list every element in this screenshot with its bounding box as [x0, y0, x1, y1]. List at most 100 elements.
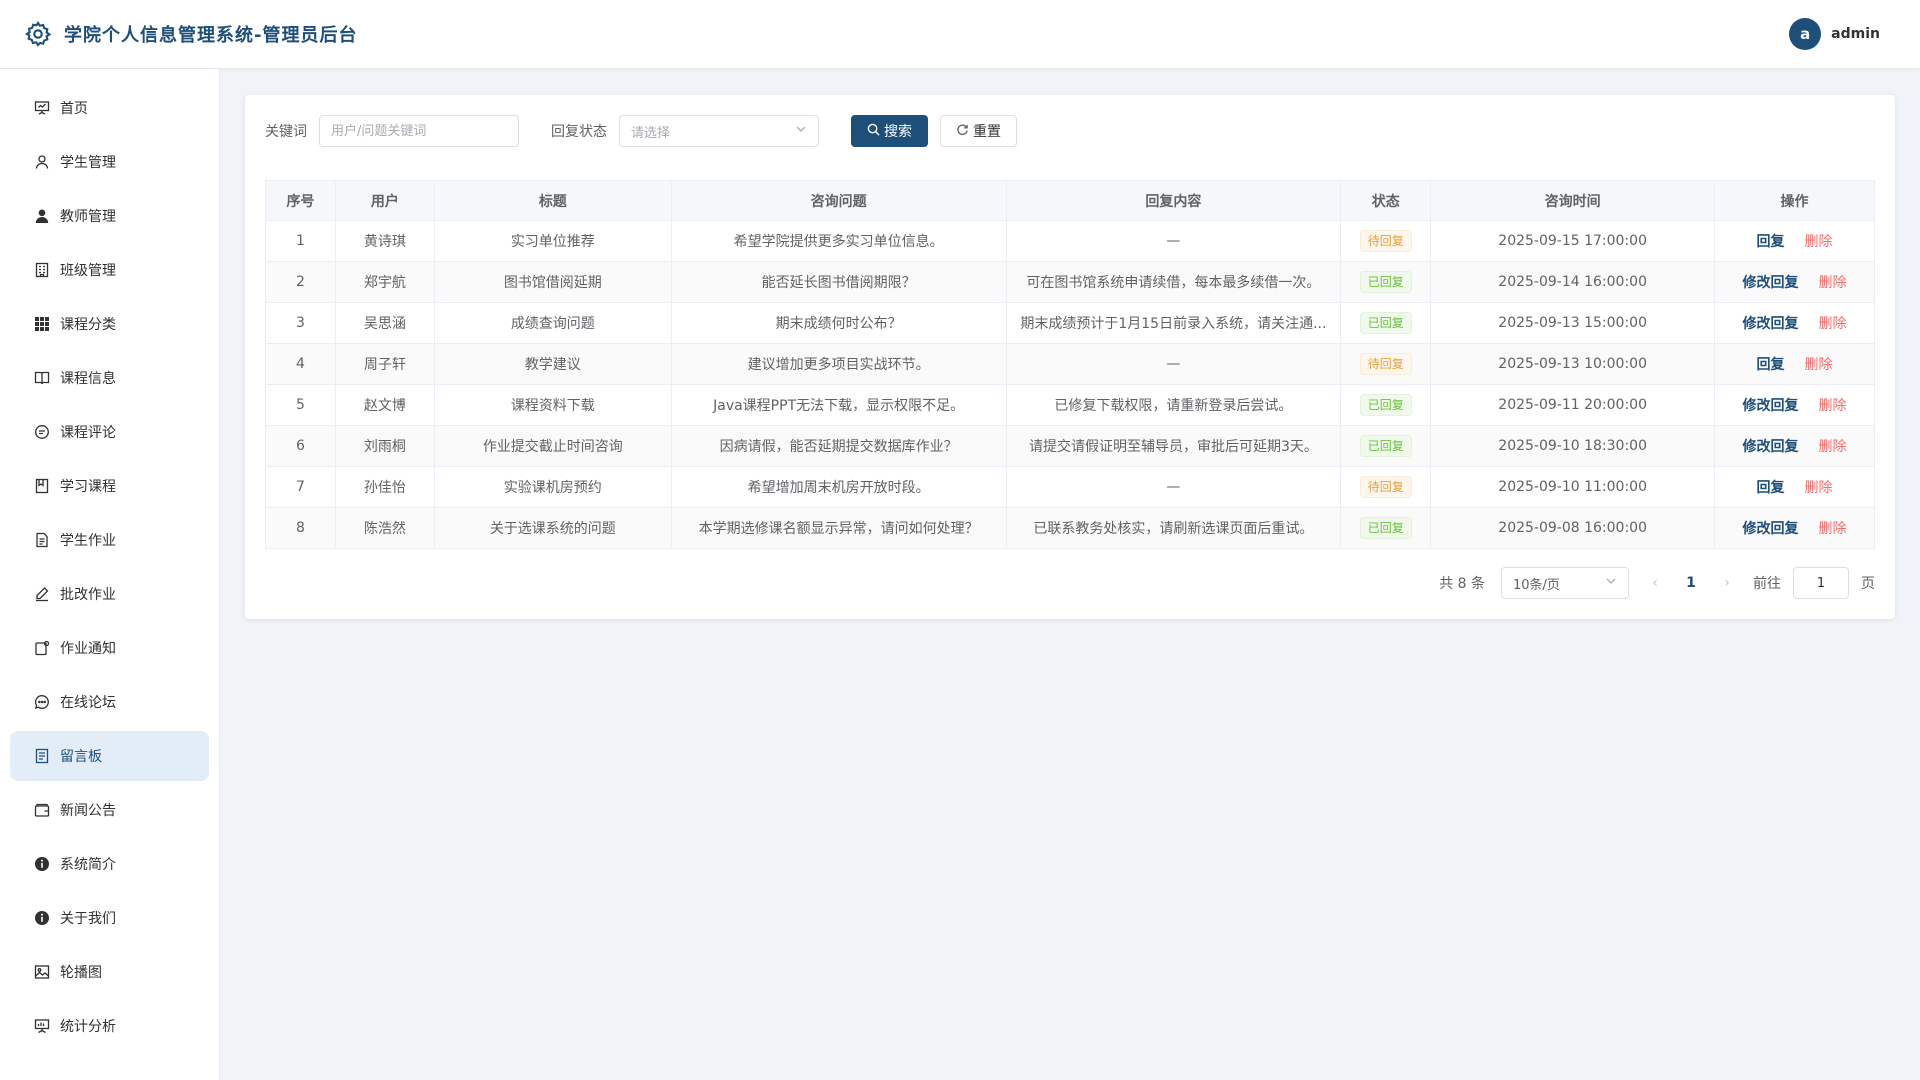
- cell-title: 图书馆借阅延期: [433, 261, 672, 303]
- page-number-current[interactable]: 1: [1679, 575, 1703, 591]
- sidebar-item-16[interactable]: 轮播图: [10, 947, 209, 997]
- sidebar-item-9[interactable]: 批改作业: [10, 569, 209, 619]
- cell-index: 3: [265, 302, 336, 344]
- cell-time: 2025-09-08 16:00:00: [1430, 507, 1716, 549]
- cell-question: 希望学院提供更多实习单位信息。: [670, 220, 1007, 262]
- cell-time: 2025-09-14 16:00:00: [1430, 261, 1716, 303]
- delete-link[interactable]: 删除: [1805, 477, 1833, 497]
- cell-time: 2025-09-15 17:00:00: [1430, 220, 1716, 262]
- chevron-down-icon: [1605, 575, 1617, 591]
- sidebar-item-label: 关于我们: [60, 911, 116, 927]
- cell-index: 6: [265, 425, 336, 467]
- delete-link[interactable]: 删除: [1819, 395, 1847, 415]
- sidebar-item-label: 课程评论: [60, 425, 116, 441]
- sidebar-item-17[interactable]: 统计分析: [10, 1001, 209, 1051]
- sidebar-item-10[interactable]: 作业通知: [10, 623, 209, 673]
- cell-reply: 已联系教务处核实，请刷新选课页面后重试。: [1005, 507, 1342, 549]
- sidebar-item-6[interactable]: 课程评论: [10, 407, 209, 457]
- sidebar-item-3[interactable]: 班级管理: [10, 245, 209, 295]
- row-actions: 修改回复 删除: [1743, 313, 1847, 333]
- delete-link[interactable]: 删除: [1819, 436, 1847, 456]
- cell-index: 2: [265, 261, 336, 303]
- delete-link[interactable]: 删除: [1819, 518, 1847, 538]
- keyword-input[interactable]: [319, 115, 519, 147]
- table-row: 1 黄诗琪 实习单位推荐 希望学院提供更多实习单位信息。 — 待回复 2025-09-15 …: [265, 220, 1875, 262]
- delete-link[interactable]: 删除: [1805, 354, 1833, 374]
- cell-user: 赵文博: [334, 384, 435, 426]
- notification-icon: [34, 640, 50, 656]
- sidebar-item-2[interactable]: 教师管理: [10, 191, 209, 241]
- column-header: 咨询问题: [670, 180, 1007, 221]
- cell-reply: 可在图书馆系统申请续借，每本最多续借一次。: [1005, 261, 1342, 303]
- delete-link[interactable]: 删除: [1805, 231, 1833, 251]
- sidebar-item-14[interactable]: 系统简介: [10, 839, 209, 889]
- gear-icon: [24, 20, 52, 48]
- next-page-icon[interactable]: ›: [1717, 575, 1737, 591]
- cell-user: 郑宇航: [334, 261, 435, 303]
- status-badge: 待回复: [1359, 230, 1412, 252]
- sidebar-item-label: 学习课程: [60, 479, 116, 495]
- cell-question: 因病请假，能否延期提交数据库作业？: [670, 425, 1007, 467]
- delete-link[interactable]: 删除: [1819, 272, 1847, 292]
- sidebar-item-label: 轮播图: [60, 965, 102, 981]
- cell-time: 2025-09-13 15:00:00: [1430, 302, 1716, 344]
- sidebar-item-7[interactable]: 学习课程: [10, 461, 209, 511]
- edit-reply-link[interactable]: 修改回复: [1743, 272, 1799, 292]
- cell-index: 1: [265, 220, 336, 262]
- table-row: 2 郑宇航 图书馆借阅延期 能否延长图书借阅期限？ 可在图书馆系统申请续借，每本最多续借…: [265, 261, 1875, 303]
- cell-time: 2025-09-10 18:30:00: [1430, 425, 1716, 467]
- edit-pen-icon: [34, 586, 50, 602]
- column-header: 序号: [265, 180, 336, 221]
- reset-button[interactable]: 重置: [940, 115, 1017, 147]
- sidebar-item-11[interactable]: 在线论坛: [10, 677, 209, 727]
- user-icon: [34, 154, 50, 170]
- username[interactable]: admin: [1831, 26, 1880, 42]
- sidebar-item-4[interactable]: 课程分类: [10, 299, 209, 349]
- sidebar-item-13[interactable]: 新闻公告: [10, 785, 209, 835]
- edit-reply-link[interactable]: 修改回复: [1743, 395, 1799, 415]
- cell-actions: 回复 删除: [1714, 466, 1875, 508]
- sidebar-item-12[interactable]: 留言板: [10, 731, 209, 781]
- search-button[interactable]: 搜索: [851, 115, 928, 147]
- cell-time: 2025-09-11 20:00:00: [1430, 384, 1716, 426]
- cell-title: 课程资料下载: [433, 384, 672, 426]
- cell-index: 4: [265, 343, 336, 385]
- row-actions: 回复 删除: [1757, 231, 1833, 251]
- cell-reply: 期末成绩预计于1月15日前录入系统，请关注通...: [1005, 302, 1342, 344]
- pagination: 共 8 条 10条/页 ‹ 1 › 前往 页: [265, 567, 1875, 599]
- table-row: 5 赵文博 课程资料下载 Java课程PPT无法下载，显示权限不足。 已修复下载权限，请…: [265, 384, 1875, 426]
- edit-reply-link[interactable]: 修改回复: [1743, 313, 1799, 333]
- cell-actions: 修改回复 删除: [1714, 507, 1875, 549]
- status-select[interactable]: 请选择: [619, 115, 819, 147]
- cell-title: 实习单位推荐: [433, 220, 672, 262]
- sidebar-item-1[interactable]: 学生管理: [10, 137, 209, 187]
- sidebar-item-0[interactable]: 首页: [10, 83, 209, 133]
- sidebar-item-label: 首页: [60, 101, 88, 117]
- avatar[interactable]: a: [1789, 18, 1822, 50]
- sidebar-item-8[interactable]: 学生作业: [10, 515, 209, 565]
- search-button-label: 搜索: [884, 124, 912, 140]
- app-title: 学院个人信息管理系统-管理员后台: [64, 25, 358, 46]
- info-filled-icon: [34, 856, 50, 872]
- reply-link[interactable]: 回复: [1757, 231, 1785, 251]
- edit-reply-link[interactable]: 修改回复: [1743, 518, 1799, 538]
- edit-reply-link[interactable]: 修改回复: [1743, 436, 1799, 456]
- sidebar-item-15[interactable]: 关于我们: [10, 893, 209, 943]
- user-menu[interactable]: a admin: [1789, 18, 1880, 50]
- delete-link[interactable]: 删除: [1819, 313, 1847, 333]
- sidebar-item-label: 课程分类: [60, 317, 116, 333]
- total-count: 共 8 条: [1439, 576, 1485, 592]
- reply-link[interactable]: 回复: [1757, 477, 1785, 497]
- goto-label: 前往: [1753, 576, 1781, 592]
- sidebar-item-5[interactable]: 课程信息: [10, 353, 209, 403]
- page-jump-input[interactable]: [1793, 567, 1849, 599]
- cell-reply: —: [1005, 220, 1342, 262]
- brand: 学院个人信息管理系统-管理员后台: [24, 20, 357, 48]
- prev-page-icon[interactable]: ‹: [1645, 575, 1665, 591]
- main-content: 关键词 回复状态 请选择 搜索 重置: [245, 95, 1895, 619]
- cell-reply: 请提交请假证明至辅导员，审批后可延期3天。: [1005, 425, 1342, 467]
- chat-icon: [34, 424, 50, 440]
- page-size-select[interactable]: 10条/页: [1501, 567, 1629, 599]
- sidebar-item-label: 课程信息: [60, 371, 116, 387]
- reply-link[interactable]: 回复: [1757, 354, 1785, 374]
